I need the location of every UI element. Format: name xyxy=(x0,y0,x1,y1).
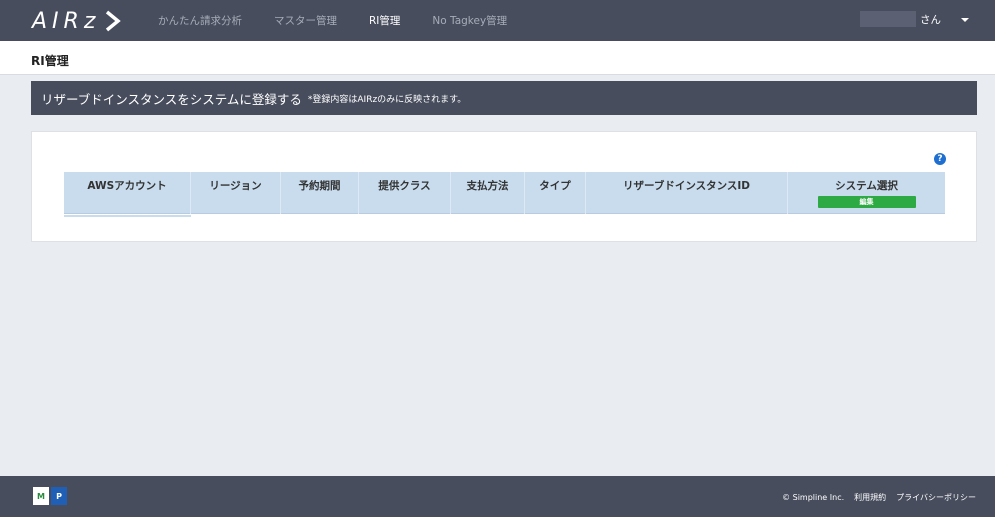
airz-logo[interactable]: AIRz xyxy=(32,6,122,36)
nav-item-no-tagkey-management[interactable]: No Tagkey管理 xyxy=(432,13,507,28)
footer: M P © Simpline Inc. 利用規約 プライバシーポリシー xyxy=(0,476,995,517)
user-name-redacted xyxy=(860,11,916,27)
column-header-reserved-instance-id[interactable]: リザーブドインスタンスID xyxy=(586,172,788,214)
banner-note: *登録内容はAIRzのみに反映されます。 xyxy=(307,94,467,105)
terms-link[interactable]: 利用規約 xyxy=(854,492,886,503)
privacy-mark-icon: M xyxy=(33,487,49,505)
logo-text: AIRz xyxy=(32,8,101,34)
column-header-region[interactable]: リージョン xyxy=(191,172,281,214)
page-header: RI管理 xyxy=(0,41,995,75)
column-header-system-select-label: システム選択 xyxy=(835,180,898,192)
section-banner: リザーブドインスタンスをシステムに登録する *登録内容はAIRzのみに反映されま… xyxy=(31,81,977,115)
column-header-system-select: システム選択 編集 xyxy=(788,172,945,214)
edit-button[interactable]: 編集 xyxy=(817,196,916,208)
caret-down-icon[interactable] xyxy=(961,18,969,22)
column-header-term[interactable]: 予約期間 xyxy=(281,172,359,214)
column-header-offering-class[interactable]: 提供クラス xyxy=(359,172,451,214)
help-icon[interactable]: ? xyxy=(934,153,946,165)
nav-item-ri-management[interactable]: RI管理 xyxy=(369,13,400,28)
certification-badges: M P xyxy=(33,487,69,505)
table-header: AWSアカウント リージョン 予約期間 提供クラス 支払方法 タイプ リザーブド… xyxy=(64,172,945,214)
logo-chevron-icon xyxy=(106,10,122,32)
main-nav: かんたん請求分析 マスター管理 RI管理 No Tagkey管理 xyxy=(158,0,539,41)
top-navbar: AIRz かんたん請求分析 マスター管理 RI管理 No Tagkey管理 さん xyxy=(0,0,995,41)
copyright-text: © Simpline Inc. xyxy=(782,493,845,502)
active-column-indicator xyxy=(64,215,191,217)
column-header-aws-account[interactable]: AWSアカウント xyxy=(64,172,191,214)
nav-item-master-management[interactable]: マスター管理 xyxy=(274,13,337,28)
banner-title: リザーブドインスタンスをシステムに登録する xyxy=(41,91,302,107)
page-title: RI管理 xyxy=(31,54,69,68)
privacy-policy-link[interactable]: プライバシーポリシー xyxy=(896,492,976,503)
ri-table-card: ? AWSアカウント リージョン 予約期間 提供クラス 支払方法 タイプ リザー… xyxy=(31,131,977,242)
column-header-type[interactable]: タイプ xyxy=(525,172,586,214)
user-menu[interactable]: さん xyxy=(860,9,969,29)
footer-links: © Simpline Inc. 利用規約 プライバシーポリシー xyxy=(772,492,976,503)
certification-mark-icon: P xyxy=(51,487,67,505)
user-honorific: さん xyxy=(920,13,941,26)
nav-item-billing-analysis[interactable]: かんたん請求分析 xyxy=(158,13,242,28)
column-header-payment-option[interactable]: 支払方法 xyxy=(451,172,525,214)
